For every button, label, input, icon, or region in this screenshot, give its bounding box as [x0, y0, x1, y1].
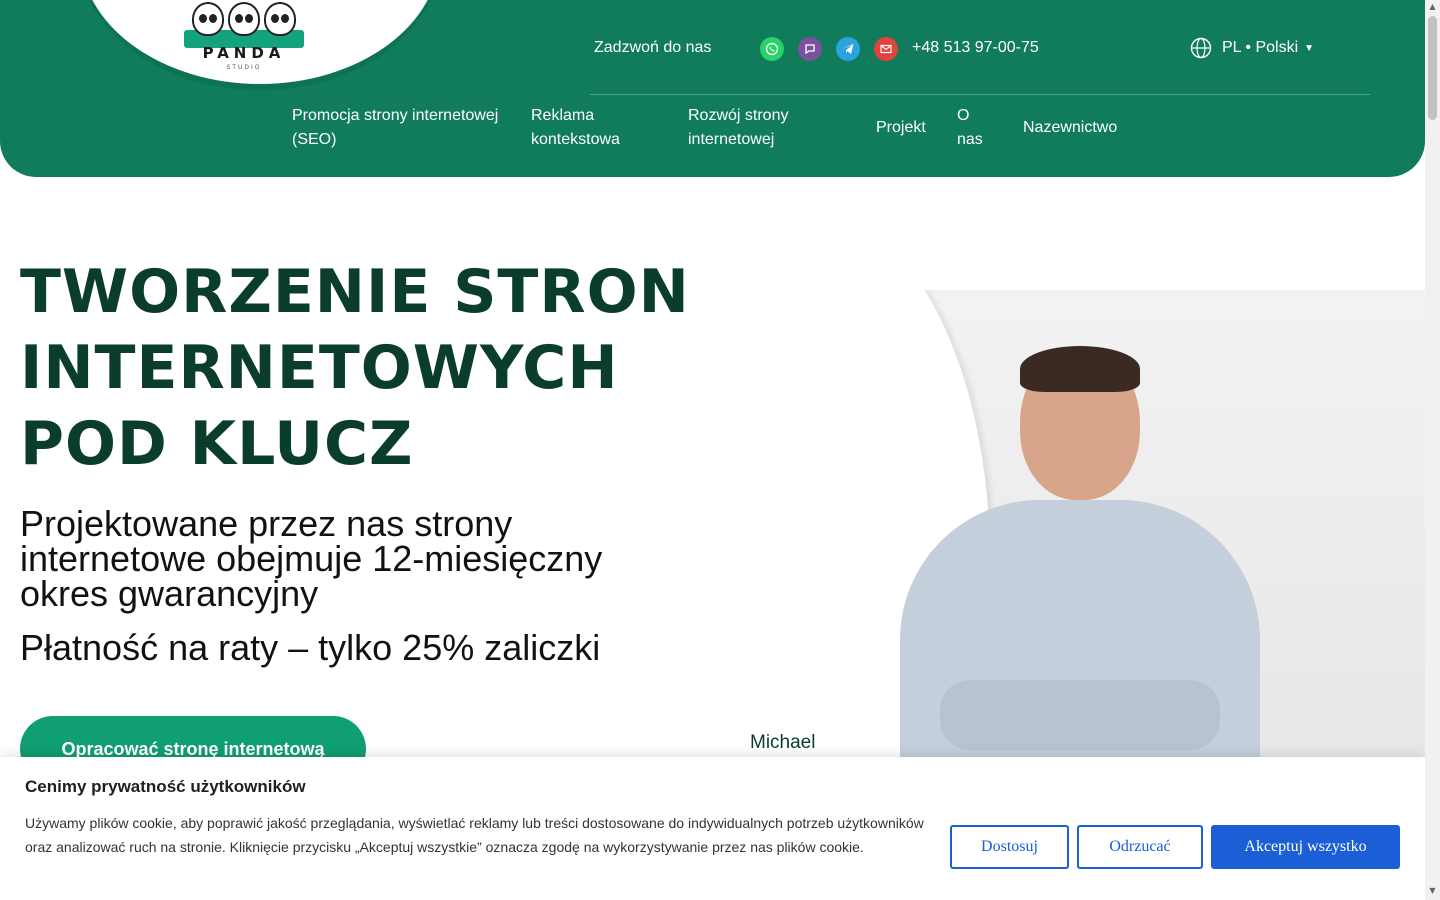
- language-label: PL • Polski: [1222, 39, 1299, 56]
- accept-all-button[interactable]: Akceptuj wszystko: [1211, 825, 1400, 869]
- reject-button[interactable]: Odrzucać: [1077, 825, 1203, 869]
- scroll-down-icon[interactable]: ▼: [1427, 886, 1438, 896]
- panda-icon: [228, 2, 260, 36]
- scroll-thumb[interactable]: [1428, 16, 1437, 120]
- panda-icon: [264, 2, 296, 36]
- site-header: PANDA STUDIO Zadzwoń do nas +48 513 97-0…: [0, 0, 1425, 177]
- nav-item-development[interactable]: Rozwój strony internetowej: [688, 104, 838, 152]
- cookie-text: Używamy plików cookie, aby poprawić jako…: [25, 815, 924, 855]
- header-divider: [590, 94, 1370, 95]
- call-us-label: Zadzwoń do nas: [594, 39, 712, 56]
- person-hair: [1020, 346, 1140, 392]
- hero-payment-text: Płatność na raty – tylko 25% zaliczki: [20, 627, 601, 668]
- panda-icon: [192, 2, 224, 36]
- nav-item-ads[interactable]: Reklama kontekstowa: [531, 104, 641, 152]
- person-name: Michael: [750, 732, 816, 753]
- chevron-down-icon: ▼: [1304, 42, 1315, 54]
- logo[interactable]: PANDA STUDIO: [180, 0, 308, 76]
- logo-pandas: [180, 2, 308, 36]
- nav-item-seo[interactable]: Promocja strony internetowej (SEO): [292, 104, 517, 152]
- person-image: [880, 346, 1260, 770]
- cookie-title: Cenimy prywatność użytkowników: [25, 777, 306, 796]
- person-arms: [940, 680, 1220, 750]
- whatsapp-icon[interactable]: [760, 37, 784, 61]
- nav-item-project[interactable]: Projekt: [876, 116, 926, 140]
- mail-icon[interactable]: [874, 37, 898, 61]
- phone-link[interactable]: +48 513 97-00-75: [912, 39, 1039, 57]
- scrollbar[interactable]: ▲ ▼: [1425, 0, 1440, 900]
- customize-button[interactable]: Dostosuj: [950, 825, 1069, 869]
- globe-icon: [1190, 37, 1212, 59]
- hero-photo: Michael: [750, 290, 1425, 770]
- nav-item-about[interactable]: O nas: [957, 104, 991, 152]
- hero-subtitle: Projektowane przez nas strony internetow…: [20, 503, 603, 614]
- hero-title: TWORZENIE STRON INTERNETOWYCH POD KLUCZ: [20, 257, 690, 479]
- language-selector[interactable]: PL • Polski ▼: [1190, 37, 1314, 59]
- logo-text: PANDA: [202, 44, 286, 62]
- telegram-icon[interactable]: [836, 37, 860, 61]
- nav-item-naming[interactable]: Nazewnictwo: [1023, 116, 1117, 140]
- cookie-banner: Cenimy prywatność użytkowników Używamy p…: [0, 757, 1425, 900]
- logo-subtext: STUDIO: [226, 64, 262, 71]
- scroll-up-icon[interactable]: ▲: [1427, 2, 1438, 12]
- viber-icon[interactable]: [798, 37, 822, 61]
